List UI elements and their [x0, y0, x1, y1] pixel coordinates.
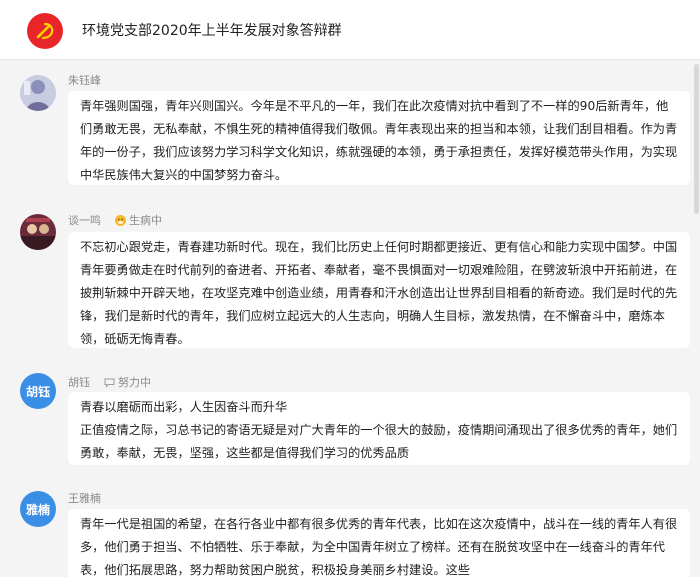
message-text: 不忘初心跟党走，青春建功新时代。现在，我们比历史上任何时期都更接近、更有信心和能… [80, 240, 678, 346]
sick-emoji-icon [115, 214, 126, 226]
status-text: 努力中 [118, 376, 151, 389]
chat-message: 雅楠 王雅楠 青年一代是祖国的希望，在各行各业中都有很多优秀的青年代表，比如在这… [0, 485, 692, 577]
chat-message: 谈一鸣 生病中 不忘初心跟党走，青春建功新时代。现在，我们比历史上任何时期都更接… [0, 205, 692, 355]
chat-bubble-icon [104, 378, 115, 388]
party-emblem-icon [36, 22, 54, 40]
sender-name: 谈一鸣 [68, 214, 101, 227]
message-line: 青春以磨砺而出彩，人生因奋斗而升华 [80, 400, 288, 414]
message-line: 正值疫情之际，习总书记的寄语无疑是对广大青年的一个很大的鼓励，疫情期间涌现出了很… [80, 423, 678, 460]
avatar-text: 胡钰 [25, 384, 50, 399]
status-badge: 努力中 [104, 374, 151, 390]
chat-header: 环境党支部2020年上半年发展对象答辩群 [0, 0, 700, 60]
scrollbar-thumb[interactable] [694, 64, 699, 214]
avatar[interactable] [20, 75, 56, 111]
sender-name: 胡钰 [68, 376, 90, 389]
chat-message: 胡钰 胡钰 努力中 青春以磨砺而出彩，人生因奋斗而升华 正值疫情之际，习总书记的… [0, 365, 692, 475]
group-avatar[interactable] [27, 13, 63, 49]
message-bubble: 不忘初心跟党走，青春建功新时代。现在，我们比历史上任何时期都更接近、更有信心和能… [68, 232, 690, 348]
message-text: 青年一代是祖国的希望，在各行各业中都有很多优秀的青年代表，比如在这次疫情中，战斗… [80, 517, 678, 577]
message-bubble: 青春以磨砺而出彩，人生因奋斗而升华 正值疫情之际，习总书记的寄语无疑是对广大青年… [68, 392, 690, 465]
avatar[interactable] [20, 214, 56, 250]
chat-message: 朱钰峰 青年强则国强，青年兴则国兴。今年是不平凡的一年，我们在此次疫情对抗中看到… [0, 60, 692, 190]
status-text: 生病中 [129, 214, 162, 227]
message-bubble: 青年一代是祖国的希望，在各行各业中都有很多优秀的青年代表，比如在这次疫情中，战斗… [68, 509, 690, 577]
message-bubble: 青年强则国强，青年兴则国兴。今年是不平凡的一年，我们在此次疫情对抗中看到了不一样… [68, 91, 690, 185]
status-badge: 生病中 [115, 212, 162, 228]
avatar[interactable]: 雅楠 [20, 491, 56, 527]
avatar[interactable]: 胡钰 [20, 373, 56, 409]
sender-name: 朱钰峰 [68, 74, 101, 87]
message-text: 青年强则国强，青年兴则国兴。今年是不平凡的一年，我们在此次疫情对抗中看到了不一样… [80, 99, 678, 182]
group-title: 环境党支部2020年上半年发展对象答辩群 [82, 23, 342, 39]
avatar-text: 雅楠 [25, 502, 50, 517]
sender-name: 王雅楠 [68, 492, 101, 505]
